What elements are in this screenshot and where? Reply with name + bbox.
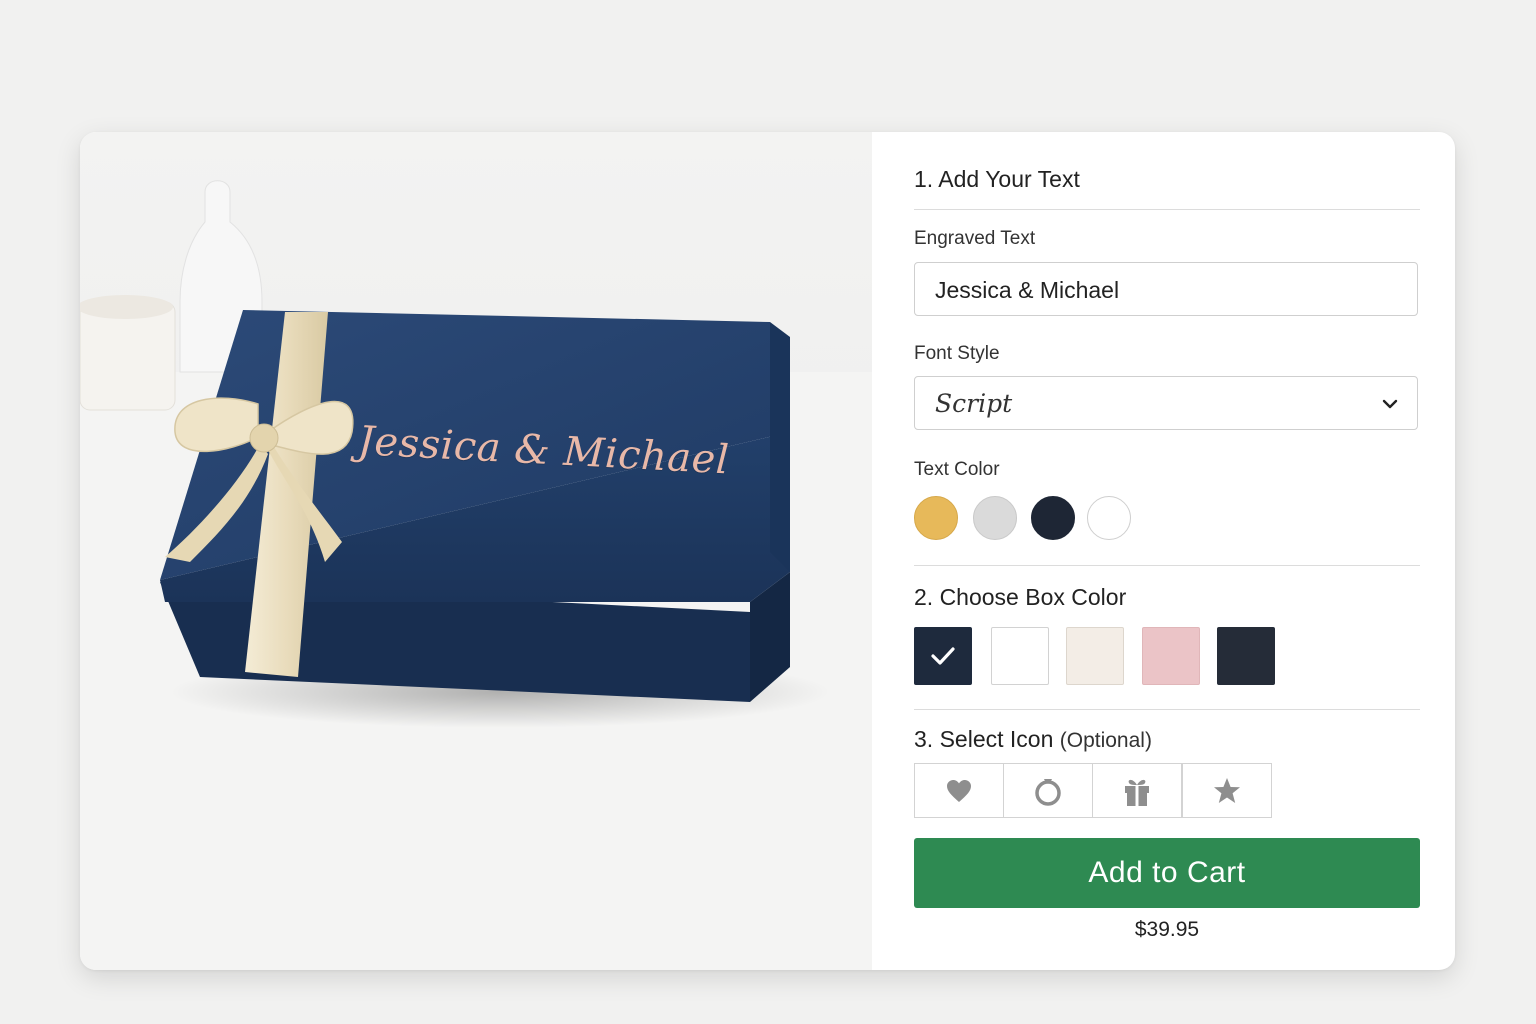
divider [914,209,1420,210]
box-color-pink[interactable] [1142,627,1200,685]
gift-box-illustration [80,180,872,970]
gift-icon [1125,779,1149,806]
star-icon [1214,777,1240,803]
icon-option-heart[interactable] [914,763,1004,818]
text-color-navy[interactable] [1031,496,1075,540]
icon-option-gift[interactable] [1092,763,1182,818]
icon-option-star[interactable] [1182,763,1272,818]
step3-title: 3. Select Icon [914,726,1054,752]
text-color-white[interactable] [1087,496,1131,540]
font-style-select[interactable]: Script [914,376,1418,430]
step2-heading: 2. Choose Box Color [914,584,1127,610]
ring-icon [1035,778,1061,806]
divider [914,709,1420,710]
box-color-cream[interactable] [1066,627,1124,685]
font-style-label: Font Style [914,343,1000,364]
optional-label: (Optional) [1059,729,1152,752]
divider [914,565,1420,566]
heart-icon [947,779,971,802]
chevron-down-icon [1382,399,1398,409]
text-color-silver[interactable] [973,496,1017,540]
step1-heading: 1. Add Your Text [914,166,1080,192]
product-customizer-card: Jessica & Michael 1. Add Your Text Engra… [80,132,1455,970]
box-color-navy-selected[interactable] [914,627,972,685]
box-color-charcoal[interactable] [1217,627,1275,685]
price: $39.95 [1134,918,1200,941]
text-color-label: Text Color [914,459,1000,480]
add-to-cart-button[interactable]: Add to Cart [914,838,1420,908]
engraved-text-input[interactable]: Jessica & Michael [914,262,1418,316]
product-preview: Jessica & Michael [80,132,872,970]
customization-panel: 1. Add Your Text Engraved Text Jessica &… [914,132,1420,970]
icon-option-ring[interactable] [1003,763,1093,818]
text-color-gold[interactable] [914,496,958,540]
step3-heading: 3. Select Icon (Optional) [914,726,1152,753]
font-style-value: Script [935,389,1013,418]
checkmark-icon [931,647,955,665]
engraved-text-label: Engraved Text [914,228,1036,249]
box-color-white[interactable] [991,627,1049,685]
